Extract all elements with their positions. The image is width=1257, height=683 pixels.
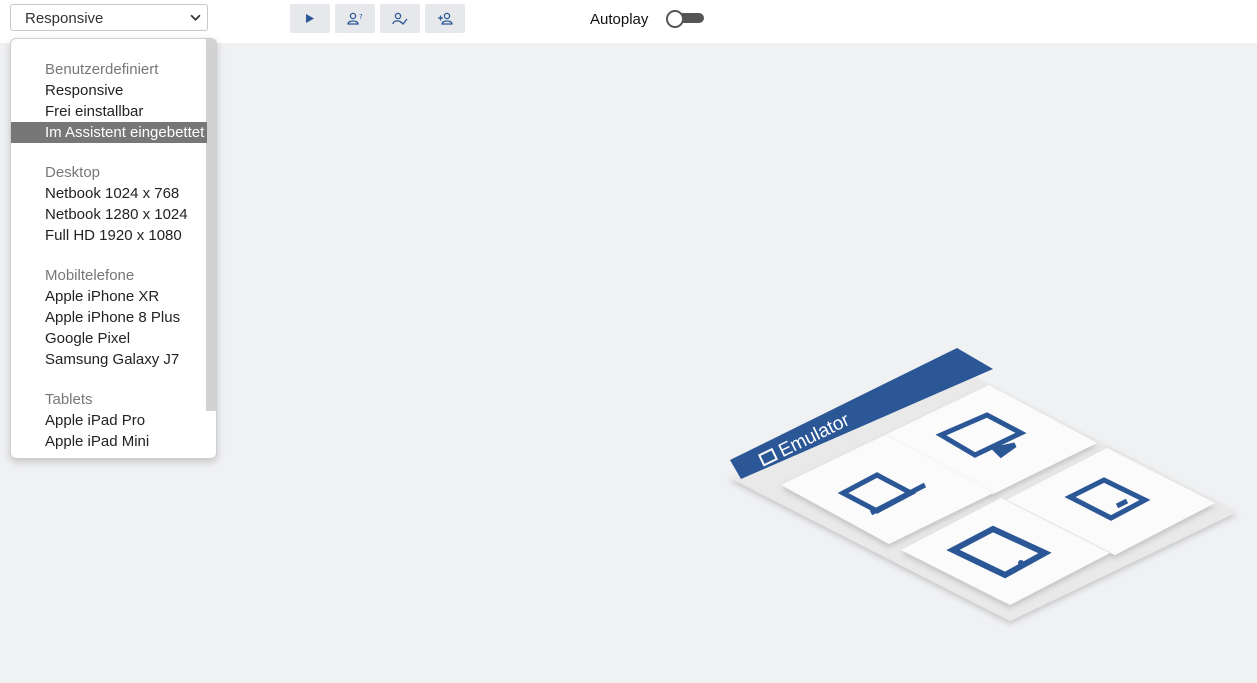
play-icon [306, 14, 314, 23]
dropdown-option[interactable]: Apple iPhone 8 Plus [11, 307, 207, 328]
user-check-button[interactable] [380, 4, 420, 33]
dropdown-option[interactable]: Full HD 1920 x 1080 [11, 225, 207, 246]
dropdown-group-label: Benutzerdefiniert [45, 61, 159, 78]
device-select[interactable]: Responsive [10, 4, 208, 31]
group-spacer [11, 370, 207, 389]
dropdown-option[interactable]: Apple iPad Mini [11, 431, 207, 452]
autoplay-toggle[interactable] [666, 10, 704, 28]
dropdown-option[interactable]: Frei einstallbar [11, 101, 207, 122]
toolbar: Responsive ? Autoplay [0, 0, 1257, 43]
dropdown-option[interactable]: Google Pixel [11, 328, 207, 349]
dropdown-option[interactable]: Netbook 1280 x 1024 [11, 204, 207, 225]
play-button[interactable] [290, 4, 330, 33]
dropdown-group-label: Desktop [45, 164, 101, 181]
dropdown-options: Benutzerdefiniert Responsive Frei einstall… [11, 59, 207, 452]
autoplay-label: Autoplay [590, 11, 649, 28]
dropdown-scrollbar[interactable] [206, 39, 216, 411]
group-spacer [11, 246, 207, 265]
dropdown-option[interactable]: Apple iPhone XR [11, 286, 207, 307]
dropdown-group-label: Tablets [45, 391, 93, 408]
user-check-icon [392, 12, 408, 25]
group-spacer [11, 143, 207, 162]
user-add-button[interactable] [425, 4, 465, 33]
svg-text:?: ? [359, 13, 363, 21]
dropdown-group-label: Mobiltelefone [45, 267, 135, 284]
emulator-illustration: Emulator [730, 348, 1237, 621]
dropdown-option[interactable]: Samsung Galaxy J7 [11, 349, 207, 370]
device-dropdown-list[interactable]: Benutzerdefiniert Responsive Frei einstall… [10, 38, 217, 459]
dropdown-option[interactable]: Netbook 1024 x 768 [11, 183, 207, 204]
user-question-icon: ? [347, 12, 363, 25]
dropdown-option[interactable]: Apple iPad Pro [11, 410, 207, 431]
user-add-icon [438, 12, 453, 25]
dropdown-option[interactable]: Im Assistent eingebettet [11, 122, 207, 143]
device-select-value: Responsive [25, 10, 104, 27]
user-question-button[interactable]: ? [335, 4, 375, 33]
chevron-down-icon [190, 14, 201, 21]
dropdown-option[interactable]: Responsive [11, 80, 207, 101]
